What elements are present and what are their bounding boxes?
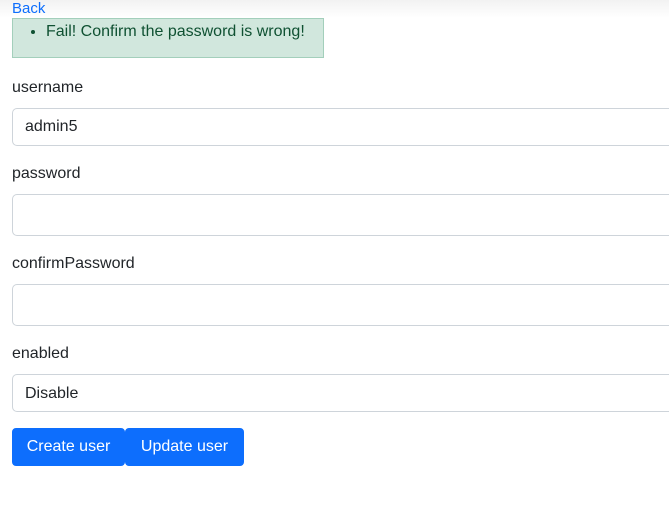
alert-list: Fail! Confirm the password is wrong! <box>13 19 323 44</box>
password-label: password <box>12 165 81 182</box>
username-input[interactable] <box>12 108 669 146</box>
username-label: username <box>12 79 84 96</box>
top-shadow <box>0 0 669 18</box>
back-link[interactable]: Back <box>12 0 45 18</box>
confirm-password-label: confirmPassword <box>12 255 135 272</box>
user-edit-page: Back Fail! Confirm the password is wrong… <box>0 0 669 508</box>
enabled-label: enabled <box>12 345 69 362</box>
error-alert: Fail! Confirm the password is wrong! <box>12 18 324 58</box>
create-user-button[interactable]: Create user <box>12 428 125 466</box>
alert-message: Fail! Confirm the password is wrong! <box>46 19 323 44</box>
update-user-button[interactable]: Update user <box>125 428 244 466</box>
enabled-select[interactable]: Disable <box>12 374 669 412</box>
confirm-password-input[interactable] <box>12 284 669 326</box>
password-input[interactable] <box>12 194 669 236</box>
